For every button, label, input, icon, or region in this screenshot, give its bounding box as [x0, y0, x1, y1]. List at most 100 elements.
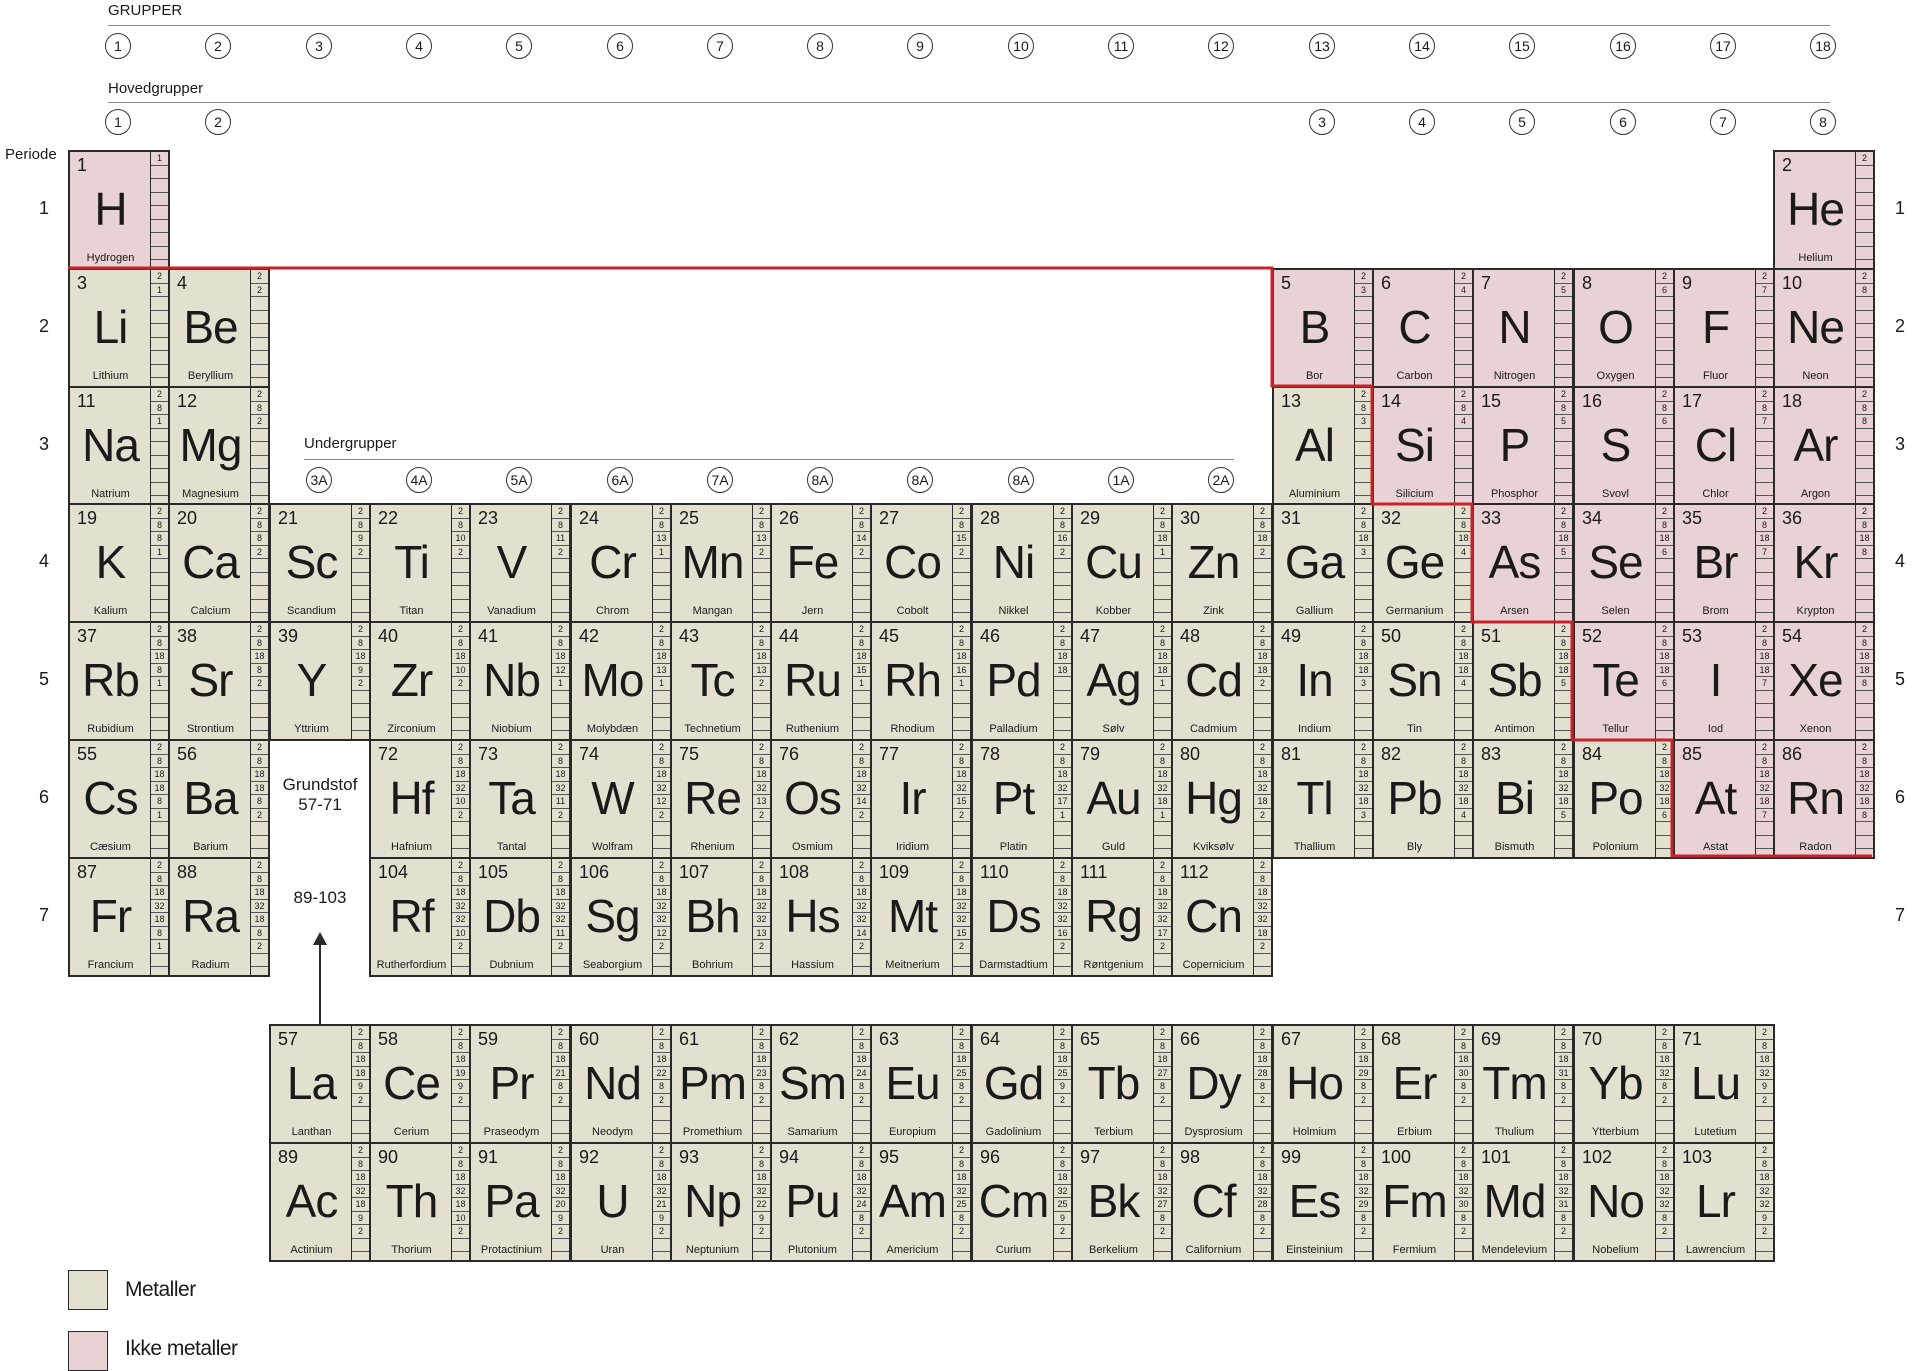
legend-metal-swatch: [68, 1270, 108, 1310]
shell-value: 18: [1856, 768, 1873, 782]
element-cell-bi: 83 Bi Bismuth 2 8 18 32 18 5: [1472, 739, 1574, 859]
element-name: Hafnium: [391, 841, 432, 853]
atomic-number: 84: [1582, 744, 1603, 764]
element-cell-ho: 67 Ho Holmium 2 8 18 29 8 2: [1272, 1024, 1374, 1144]
shell-value: 27: [1154, 1198, 1171, 1212]
atomic-number: 27: [879, 508, 900, 528]
group-number-circle: 12: [1208, 33, 1234, 59]
shell-value: [251, 822, 268, 836]
element-cell-bh: 107 Bh Bohrium 2 8 18 32 32 13 2: [670, 857, 772, 977]
shell-value: 2: [1555, 270, 1572, 284]
shell-value: [1656, 338, 1673, 351]
element-symbol: Mo: [581, 654, 645, 706]
atomic-number: 78: [980, 744, 1001, 764]
element-symbol: Sb: [1487, 654, 1542, 706]
shell-value: [1054, 1239, 1071, 1252]
shell-value: [1355, 442, 1372, 456]
shell-value: 8: [1154, 519, 1171, 532]
shell-value: [1054, 691, 1071, 704]
shell-value: 13: [653, 532, 670, 546]
shell-value: [1555, 691, 1572, 704]
shell-value: [1656, 718, 1673, 731]
atomic-number: 19: [77, 508, 98, 528]
shell-value: 8: [1154, 1212, 1171, 1225]
shell-value: 8: [753, 755, 770, 768]
shell-value: 18: [1856, 650, 1873, 664]
shell-value: 18: [1656, 664, 1673, 677]
shell-value: 8: [1154, 1080, 1171, 1094]
shell-value: 18: [1355, 795, 1372, 809]
shell-value: [1455, 469, 1472, 483]
shell-value: 8: [1154, 637, 1171, 650]
shell-value: 1: [1054, 809, 1071, 822]
element-name: Chlor: [1702, 488, 1729, 500]
element-name: Tellur: [1602, 723, 1629, 735]
shell-value: [1455, 836, 1472, 849]
atomic-number: 45: [879, 626, 900, 646]
atomic-number: 79: [1080, 744, 1101, 764]
shell-value: 2: [1856, 388, 1873, 402]
atomic-number: 65: [1080, 1029, 1101, 1049]
element-name: Rutherfordium: [376, 959, 447, 971]
atomic-number: 47: [1080, 626, 1101, 646]
element-name: Magnesium: [182, 488, 239, 500]
element-symbol: Pb: [1387, 772, 1442, 824]
shell-value: 8: [1154, 1158, 1171, 1171]
shell-value: [1756, 351, 1773, 365]
element-cell-pm: 61 Pm Promethium 2 8 18 23 8 2: [670, 1024, 772, 1144]
shell-value: [452, 704, 469, 718]
atomic-number: 16: [1582, 391, 1603, 411]
element-cell-po: 84 Po Polonium 2 8 18 32 18 6: [1573, 739, 1675, 859]
shell-value: [352, 1121, 369, 1134]
shell-value: 9: [1756, 1080, 1773, 1094]
period-label-right: 1: [1894, 198, 1905, 218]
electron-shells: 21: [150, 270, 168, 386]
shell-value: 2: [953, 1144, 970, 1158]
shell-value: 18: [953, 886, 970, 900]
shell-value: [1355, 483, 1372, 496]
shell-value: [352, 704, 369, 718]
shell-value: 2: [853, 505, 870, 519]
shell-value: 2: [552, 741, 569, 755]
shell-value: 1: [653, 546, 670, 559]
shell-value: [1656, 456, 1673, 469]
element-name: Germanium: [1385, 605, 1444, 617]
atomic-number: 34: [1582, 508, 1603, 528]
shell-value: 8: [1656, 1158, 1673, 1171]
shell-value: 18: [1656, 1053, 1673, 1067]
shell-value: 7: [1756, 284, 1773, 297]
element-symbol: Po: [1588, 772, 1643, 824]
shell-value: [151, 822, 168, 836]
element-name: Bismuth: [1494, 841, 1535, 853]
shell-value: [1254, 586, 1271, 600]
shell-value: 32: [452, 782, 469, 795]
shell-value: 11: [552, 927, 569, 940]
shell-value: 5: [1555, 809, 1572, 822]
electron-shells: 2 8 18 32 32 14 2: [852, 859, 870, 975]
element-cell-tm: 69 Tm Thulium 2 8 18 31 8 2: [1472, 1024, 1574, 1144]
element-name: Dysprosium: [1184, 1126, 1243, 1138]
element-cell-be: 4 Be Beryllium 2 2: [168, 268, 270, 388]
shell-value: 12: [653, 927, 670, 940]
element-symbol: Tc: [690, 654, 736, 706]
shell-value: 18: [151, 650, 168, 664]
element-symbol: Rf: [389, 890, 435, 942]
atomic-number: 42: [579, 626, 600, 646]
shell-value: 8: [552, 755, 569, 768]
shell-value: 2: [552, 546, 569, 559]
atomic-number: 104: [378, 862, 409, 882]
shell-value: 6: [1656, 546, 1673, 559]
arrow-head: [313, 932, 327, 945]
electron-shells: 26: [1655, 270, 1673, 386]
element-name: Calcium: [190, 605, 231, 617]
shell-value: 8: [1455, 402, 1472, 415]
shell-value: 2: [1555, 741, 1572, 755]
shell-value: [953, 836, 970, 849]
shell-value: 10: [452, 532, 469, 546]
element-cell-rf: 104 Rf Rutherfordium 2 8 18 32 32 10 2: [369, 857, 471, 977]
shell-value: 2: [1054, 1144, 1071, 1158]
shell-value: [1555, 365, 1572, 378]
shell-value: 8: [1254, 637, 1271, 650]
element-name: Iod: [1707, 723, 1724, 735]
element-name: Carbon: [1396, 370, 1433, 382]
